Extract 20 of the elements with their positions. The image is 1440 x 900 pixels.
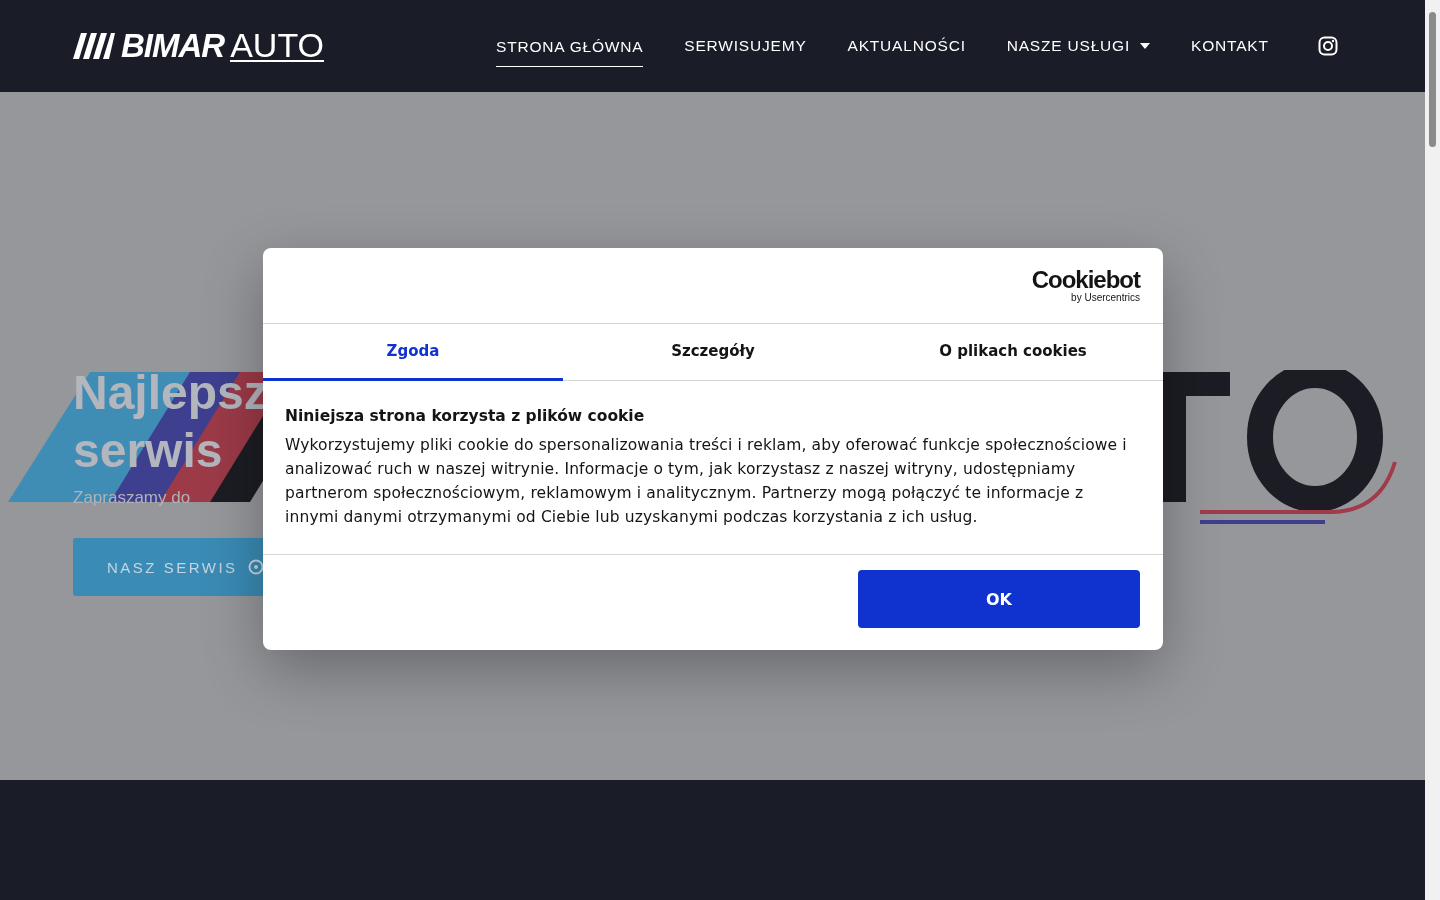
dialog-tab[interactable]: O plikach cookies [863, 324, 1163, 381]
nav-link[interactable]: KONTAKT [1191, 25, 1269, 67]
nav-link[interactable]: SERWISUJEMY [684, 25, 807, 67]
instagram-icon[interactable] [1317, 36, 1338, 56]
dialog-tab[interactable]: Szczegóły [563, 324, 863, 381]
wheel-icon [247, 559, 264, 575]
stripes-icon [73, 33, 115, 59]
consent-text: Wykorzystujemy pliki cookie do spersonalizowania treści i reklam, aby oferować funkcje społecznościowe i analizować ruch w naszej witrynie. Informacje o tym, jak korzystasz z naszej witryny, udostępniamy partnerom społecznościowym, reklamowym i analitycznym. Partnerzy mogą połączyć te informacje z innymi danymi otrzymanymi od Ciebie lub uzyskanymi podczas korzystania z ich usług. [285, 435, 1128, 528]
dialog-heading: Niniejsza strona korzysta z plików cookie [285, 407, 646, 425]
nav-link[interactable]: NASZE USŁUGI [1006, 25, 1151, 67]
logo-byline: by Usercentrics [1071, 291, 1140, 304]
nav-link[interactable]: STRONA GŁÓWNA [496, 25, 644, 67]
cookiebot-logo: Cookiebot [1031, 267, 1140, 292]
nav-link[interactable]: AKTUALNOŚCI [847, 25, 966, 67]
logo-text[interactable]: BIMAR [121, 27, 225, 65]
hero-title: serwis [73, 423, 223, 479]
ok-button[interactable]: OK [858, 570, 1140, 628]
scrollbar-thumb[interactable] [1429, 12, 1436, 147]
logo-text[interactable]: AUTO [230, 30, 324, 62]
dialog-tab[interactable]: Zgoda [263, 324, 563, 381]
